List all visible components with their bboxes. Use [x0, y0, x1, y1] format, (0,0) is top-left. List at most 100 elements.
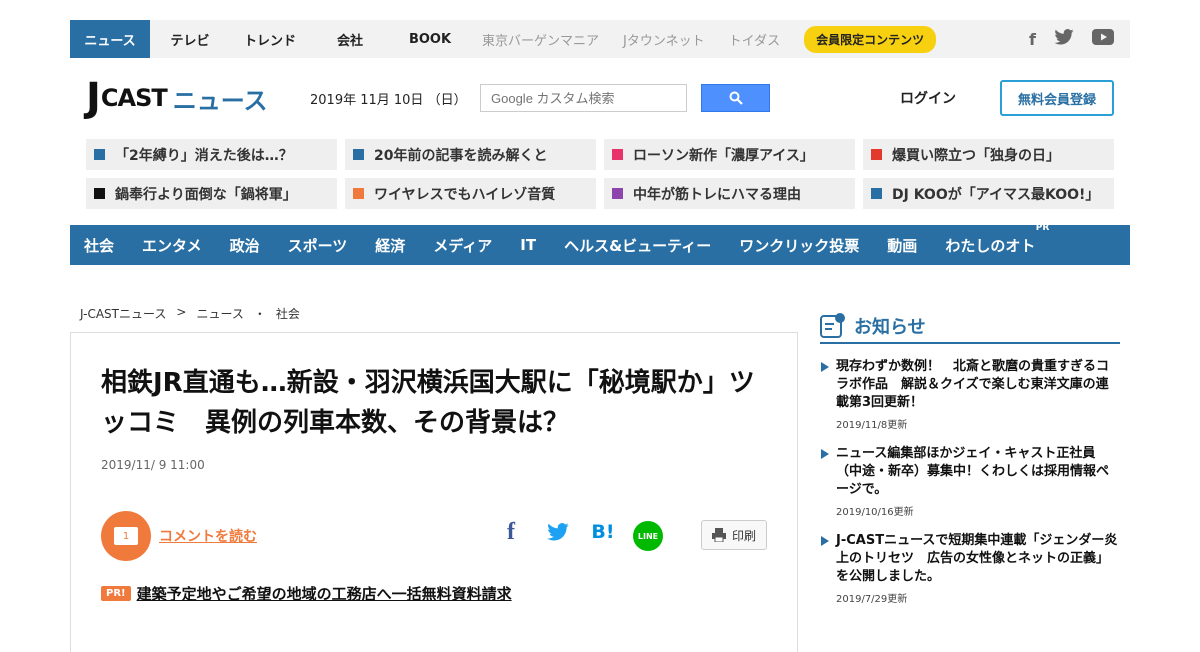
- category-label: わたしのオト: [945, 236, 1036, 255]
- breadcrumb-news[interactable]: ニュース: [196, 305, 243, 322]
- pr-badge: PR!: [101, 586, 131, 601]
- topic-marker: [94, 149, 105, 160]
- login-link[interactable]: ログイン: [900, 88, 956, 108]
- site-logo[interactable]: J CAST ニュース: [86, 78, 296, 118]
- sidebar-notices: お知らせ 現存わずか数例！ 北斎と歌麿の貴重すぎるコラボ作品 解説＆クイズで楽し…: [820, 310, 1120, 605]
- notice-item[interactable]: ニュース編集部ほかジェイ・キャスト正社員（中途・新卒）募集中！くわしくは採用情報…: [820, 445, 1120, 518]
- notice-text[interactable]: ニュース編集部ほかジェイ・キャスト正社員（中途・新卒）募集中！くわしくは採用情報…: [836, 445, 1120, 499]
- pr-row: PR! 建築予定地やご希望の地域の工務店へ一括無料資料請求: [101, 583, 512, 604]
- category-economy[interactable]: 経済: [375, 235, 405, 256]
- twitter-share-icon[interactable]: [545, 519, 571, 545]
- notice-text[interactable]: 現存わずか数例！ 北斎と歌麿の貴重すぎるコラボ作品 解説＆クイズで楽しむ東洋文庫…: [836, 358, 1120, 412]
- topic-links: 「2年縛り」消えた後は…？ 20年前の記事を読み解くと ローソン新作「濃厚アイス…: [86, 139, 1114, 209]
- current-date: 2019年 11月 10日 （日）: [310, 92, 467, 108]
- search-icon: [729, 91, 743, 105]
- twitter-icon[interactable]: [1054, 29, 1074, 49]
- hatena-glyph: B!: [591, 521, 615, 543]
- category-politics[interactable]: 政治: [230, 235, 260, 256]
- pr-ad-link[interactable]: 建築予定地やご希望の地域の工務店へ一括無料資料請求: [137, 583, 512, 604]
- topic-label: 中年が筋トレにハマる理由: [633, 186, 801, 203]
- notice-item[interactable]: J-CASTニュースで短期集中連載「ジェンダー炎上のトリセツ 広告の女性像とネッ…: [820, 532, 1120, 605]
- search-button[interactable]: [701, 84, 770, 112]
- social-links: f: [1029, 29, 1130, 49]
- topic-link[interactable]: DJ KOOが「アイマス最KOO!」: [863, 178, 1114, 209]
- arrow-right-icon: [821, 536, 829, 546]
- arrow-right-icon: [821, 449, 829, 459]
- topic-link[interactable]: 鍋奉行より面倒な「鍋将軍」: [86, 178, 337, 209]
- top-nav-tv[interactable]: テレビ: [150, 20, 230, 58]
- category-entertainment[interactable]: エンタメ: [142, 235, 202, 256]
- breadcrumb-society[interactable]: 社会: [276, 305, 300, 322]
- top-nav-book[interactable]: BOOK: [390, 20, 470, 58]
- print-label: 印刷: [731, 528, 756, 543]
- notice-date: 2019/10/16更新: [836, 507, 914, 518]
- top-nav-news[interactable]: ニュース: [70, 20, 150, 58]
- topic-marker: [612, 149, 623, 160]
- site-header: J CAST ニュース 2019年 11月 10日 （日） ログイン 無料会員登…: [70, 70, 1130, 126]
- logo-cast: CAST: [100, 84, 168, 112]
- topic-marker: [353, 188, 364, 199]
- printer-icon: [711, 528, 726, 542]
- topic-marker: [871, 149, 882, 160]
- breadcrumb-home[interactable]: J-CASTニュース: [80, 305, 166, 322]
- hatena-bookmark-icon[interactable]: B!: [589, 519, 617, 545]
- notice-item[interactable]: 現存わずか数例！ 北斎と歌麿の貴重すぎるコラボ作品 解説＆クイズで楽しむ東洋文庫…: [820, 358, 1120, 431]
- category-one-click-poll[interactable]: ワンクリック投票: [739, 235, 859, 256]
- facebook-share-icon[interactable]: f: [499, 519, 523, 545]
- notices-header: お知らせ: [820, 310, 1120, 344]
- topic-link[interactable]: ローソン新作「濃厚アイス」: [604, 139, 855, 170]
- topic-label: 「2年縛り」消えた後は…？: [115, 147, 293, 164]
- arrow-right-icon: [821, 362, 829, 372]
- notices-title: お知らせ: [854, 317, 926, 338]
- breadcrumb-separator: ・: [253, 307, 266, 321]
- category-media[interactable]: メディア: [433, 235, 492, 256]
- notice-date: 2019/7/29更新: [836, 594, 908, 605]
- category-watashi-no-oto[interactable]: わたしのオト PR: [945, 223, 1049, 256]
- search-input[interactable]: [480, 84, 687, 112]
- register-button[interactable]: 無料会員登録: [1000, 80, 1114, 116]
- pr-superscript: PR: [1035, 222, 1050, 233]
- category-video[interactable]: 動画: [887, 235, 917, 256]
- topic-label: 鍋奉行より面倒な「鍋将軍」: [115, 186, 297, 203]
- article-box: 相鉄JR直通も…新設・羽沢横浜国大駅に「秘境駅か」ツッコミ 異例の列車本数、その…: [70, 332, 798, 652]
- topic-label: 爆買い際立つ「独身の日」: [892, 147, 1060, 164]
- member-content-badge[interactable]: 会員限定コンテンツ: [804, 25, 937, 53]
- notice-text[interactable]: J-CASTニュースで短期集中連載「ジェンダー炎上のトリセツ 広告の女性像とネッ…: [836, 532, 1120, 586]
- topic-link[interactable]: 20年前の記事を読み解くと: [345, 139, 596, 170]
- top-nav-trend[interactable]: トレンド: [230, 20, 310, 58]
- article-title: 相鉄JR直通も…新設・羽沢横浜国大駅に「秘境駅か」ツッコミ 異例の列車本数、その…: [101, 368, 755, 438]
- line-share-icon[interactable]: LINE: [633, 521, 663, 551]
- logo-news: ニュース: [172, 86, 268, 115]
- breadcrumb-separator: >: [176, 305, 187, 319]
- facebook-icon[interactable]: f: [1029, 30, 1036, 49]
- top-nav-j-town-net[interactable]: Jタウンネット: [611, 20, 717, 58]
- category-society[interactable]: 社会: [84, 235, 114, 256]
- logo-j: J: [86, 75, 101, 121]
- category-health-beauty[interactable]: ヘルス&ビューティー: [564, 235, 711, 256]
- comment-icon[interactable]: 1: [101, 511, 151, 561]
- article-date: 2019/11/ 9 11:00: [101, 458, 205, 472]
- topic-link[interactable]: 「2年縛り」消えた後は…？: [86, 139, 337, 170]
- breadcrumb: J-CASTニュース > ニュース ・ 社会: [80, 305, 300, 322]
- top-nav-toidas[interactable]: トイダス: [717, 20, 792, 58]
- topic-marker: [94, 188, 105, 199]
- topic-label: ローソン新作「濃厚アイス」: [633, 147, 814, 164]
- category-nav: 社会 エンタメ 政治 スポーツ 経済 メディア IT ヘルス&ビューティー ワン…: [70, 223, 1130, 265]
- topic-label: ワイヤレスでもハイレゾ音質: [374, 186, 556, 203]
- topic-marker: [353, 149, 364, 160]
- top-nav-company[interactable]: 会社: [310, 20, 390, 58]
- topic-marker: [871, 188, 882, 199]
- notice-date: 2019/11/8更新: [836, 420, 908, 431]
- category-it[interactable]: IT: [520, 236, 536, 254]
- topic-label: 20年前の記事を読み解くと: [374, 147, 548, 164]
- top-nav-bargain-mania[interactable]: 東京バーゲンマニア: [470, 20, 611, 58]
- topic-link[interactable]: 爆買い際立つ「独身の日」: [863, 139, 1114, 170]
- read-comments-link[interactable]: コメントを読む: [159, 526, 257, 546]
- print-button[interactable]: 印刷: [701, 520, 767, 550]
- topic-link[interactable]: 中年が筋トレにハマる理由: [604, 178, 855, 209]
- youtube-icon[interactable]: [1092, 29, 1114, 49]
- notice-icon: [820, 313, 845, 338]
- category-sports[interactable]: スポーツ: [288, 235, 348, 256]
- line-glyph: LINE: [637, 531, 659, 541]
- topic-link[interactable]: ワイヤレスでもハイレゾ音質: [345, 178, 596, 209]
